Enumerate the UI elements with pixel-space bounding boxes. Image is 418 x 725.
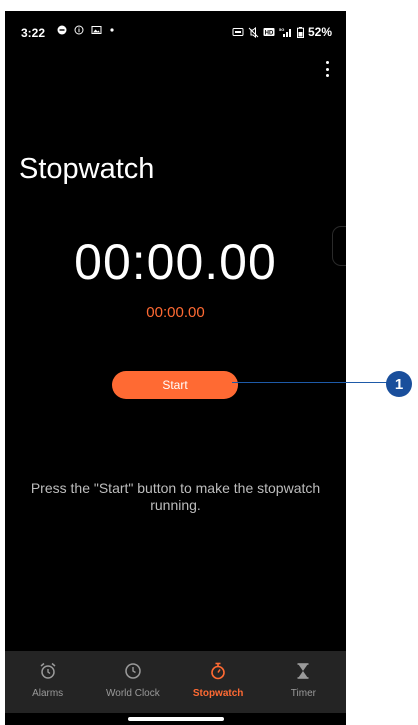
svg-text:HD: HD xyxy=(265,31,274,37)
signal-icon: 5G xyxy=(279,27,291,37)
gallery-icon xyxy=(91,26,102,34)
tab-world-clock-label: World Clock xyxy=(106,688,160,699)
page-title: Stopwatch xyxy=(19,153,155,185)
status-bar: 3:22 HD 5G 52% xyxy=(5,11,346,51)
callout-line xyxy=(232,382,388,383)
tab-timer[interactable]: Timer xyxy=(261,651,346,713)
home-indicator[interactable] xyxy=(128,717,224,721)
alarm-clock-icon xyxy=(40,662,56,679)
svg-text:5G: 5G xyxy=(279,27,284,32)
tab-world-clock[interactable]: World Clock xyxy=(90,651,175,713)
more-vert-icon[interactable] xyxy=(320,59,334,79)
status-time: 3:22 xyxy=(21,26,46,40)
dot-icon xyxy=(110,28,114,32)
tab-stopwatch[interactable]: Stopwatch xyxy=(176,651,261,713)
tab-alarms-label: Alarms xyxy=(32,688,64,699)
page: 3:22 HD 5G 52% Stopwatch 00:00.00 00:00.… xyxy=(0,0,418,725)
hd-icon: HD xyxy=(263,28,275,37)
mute-icon xyxy=(248,26,259,38)
nfc-icon xyxy=(232,28,244,36)
phone-screen: 3:22 HD 5G 52% Stopwatch 00:00.00 00:00.… xyxy=(5,11,346,725)
start-button-label: Start xyxy=(162,378,188,392)
chat-icon xyxy=(57,25,67,35)
battery-percentage: 52% xyxy=(307,25,332,39)
tab-stopwatch-label: Stopwatch xyxy=(192,688,244,699)
stopwatch-main-time: 00:00.00 xyxy=(74,234,277,290)
clock-icon xyxy=(125,663,141,679)
status-left-icons xyxy=(57,25,115,35)
status-right-icons: HD 5G 52% xyxy=(232,25,332,39)
hint-text: Press the "Start" button to make the sto… xyxy=(30,480,321,513)
stopwatch-lap-time: 00:00.00 xyxy=(146,304,205,321)
tab-alarms[interactable]: Alarms xyxy=(5,651,90,713)
tab-timer-label: Timer xyxy=(290,688,316,699)
stopwatch-icon xyxy=(211,662,225,680)
battery-icon xyxy=(296,26,304,38)
callout-badge: 1 xyxy=(386,371,412,397)
info-icon xyxy=(74,25,84,35)
hourglass-icon xyxy=(297,663,309,679)
bottom-nav: Alarms World Clock Stopwatch Timer xyxy=(5,651,346,713)
start-button[interactable]: Start xyxy=(112,371,238,399)
